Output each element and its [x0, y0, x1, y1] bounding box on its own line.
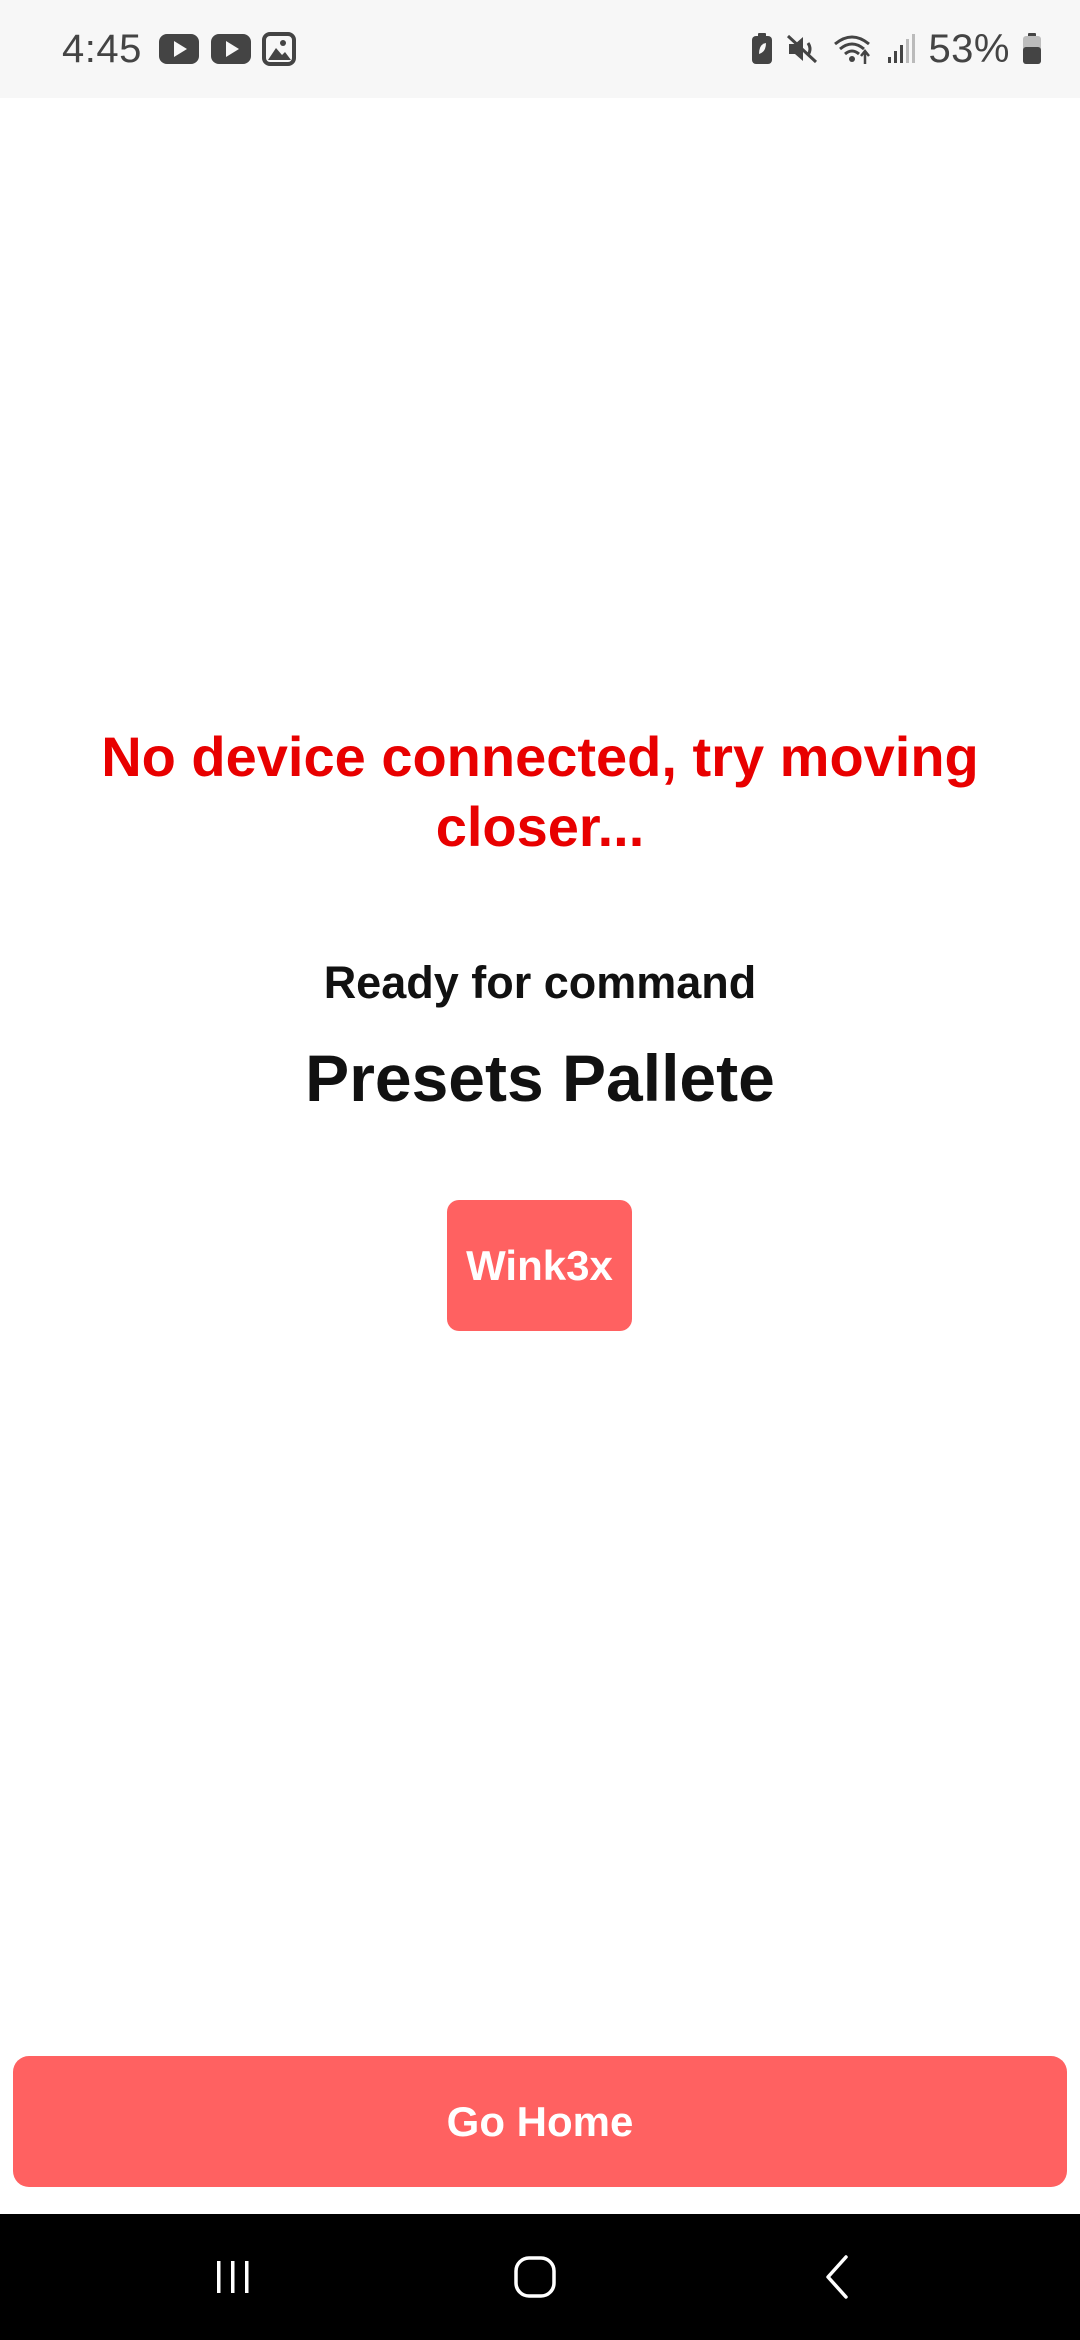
battery-icon	[1022, 32, 1042, 66]
youtube-icon	[210, 33, 252, 65]
home-icon	[511, 2253, 559, 2301]
recents-button[interactable]	[153, 2214, 313, 2340]
preset-button-wink3x[interactable]: Wink3x	[447, 1200, 632, 1331]
navigation-bar	[0, 2214, 1080, 2340]
wifi-icon	[832, 32, 874, 66]
app-screen: 4:45 53% No device connected, try moving…	[0, 0, 1080, 2340]
status-bar-left: 4:45	[62, 0, 296, 98]
connection-status-message: No device connected, try moving closer..…	[101, 725, 979, 858]
status-time: 4:45	[62, 26, 142, 71]
back-button[interactable]	[758, 2214, 918, 2340]
page-title: Presets Pallete	[305, 1041, 775, 1115]
home-button[interactable]	[455, 2214, 615, 2340]
back-icon	[818, 2253, 858, 2301]
battery-percent: 53%	[928, 26, 1010, 71]
mute-icon	[786, 32, 820, 66]
signal-icon	[886, 33, 916, 65]
ready-status-text: Ready for command	[323, 957, 757, 1008]
recents-icon	[211, 2255, 255, 2299]
battery-saver-icon	[750, 32, 774, 66]
status-bar: 4:45 53%	[0, 0, 1080, 98]
gallery-icon	[261, 32, 296, 66]
go-home-button[interactable]: Go Home	[13, 2056, 1067, 2187]
youtube-icon	[158, 33, 200, 65]
status-bar-right: 53%	[750, 0, 1042, 98]
